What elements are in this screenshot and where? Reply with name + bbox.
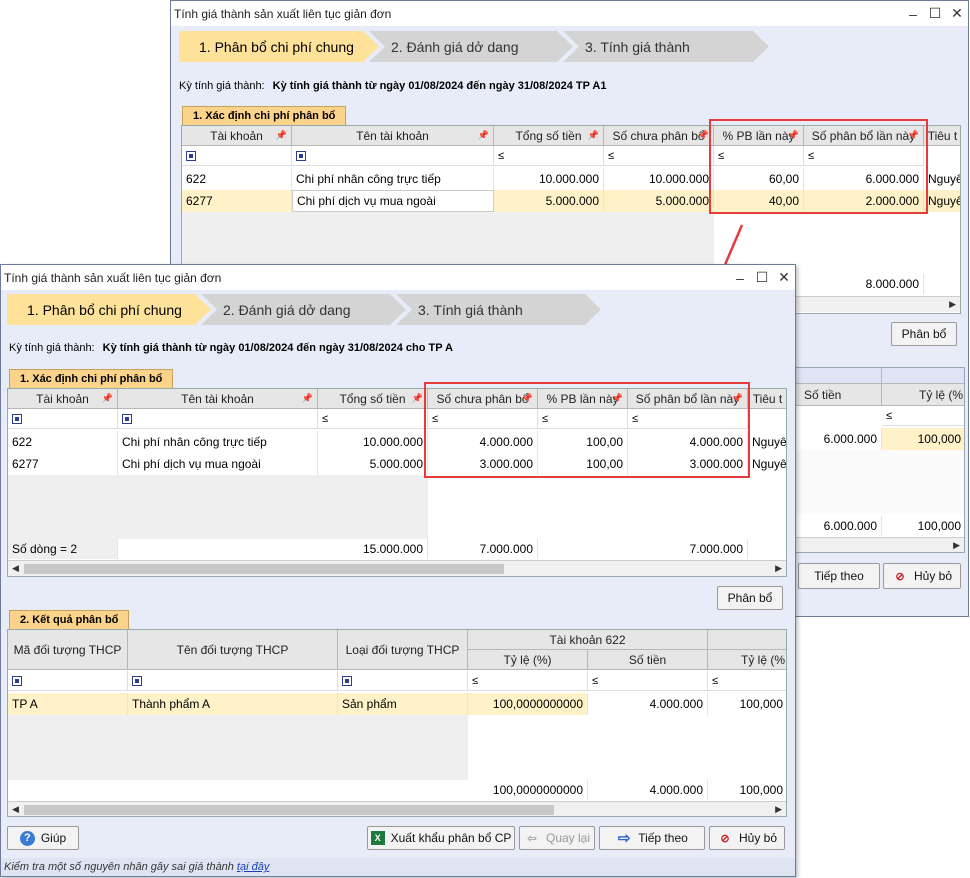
front-steps: 1. Phân bổ chi phí chung 2. Đánh giá dở … bbox=[7, 294, 591, 326]
res-row-sotien[interactable]: 4.000.000 bbox=[588, 693, 708, 715]
front-row2-tieu[interactable]: Nguyê bbox=[748, 453, 786, 475]
front-col-tentk[interactable]: Tên tài khoản 📌 bbox=[118, 389, 318, 409]
res-col-ten[interactable]: Tên đối tượng THCP bbox=[128, 630, 338, 670]
back-button[interactable]: ⇦ Quay lại bbox=[519, 826, 595, 850]
help-button[interactable]: ? Giúp bbox=[7, 826, 79, 850]
scroll-right-icon[interactable]: ▶ bbox=[775, 804, 782, 815]
res-filter-3[interactable] bbox=[338, 671, 468, 691]
res-row-loai[interactable]: Sản phẩm bbox=[338, 693, 468, 715]
front-row2-ten[interactable]: Chi phí dịch vụ mua ngoài bbox=[118, 453, 318, 475]
front-row1-tieu[interactable]: Nguyê bbox=[748, 431, 786, 453]
front-step-1[interactable]: 1. Phân bổ chi phí chung bbox=[7, 294, 211, 325]
front-hscroll[interactable]: ◀ ▶ bbox=[8, 560, 786, 576]
front-result-grid: Mã đối tượng THCP Tên đối tượng THCP Loạ… bbox=[7, 629, 787, 817]
res-row-ma[interactable]: TP A bbox=[8, 693, 128, 715]
front-filter-3[interactable]: ≤ bbox=[318, 409, 428, 429]
front-step-2[interactable]: 2. Đánh giá dở dang bbox=[201, 294, 406, 325]
front-ky-value: Kỳ tính giá thành từ ngày 01/08/2024 đến… bbox=[102, 342, 453, 354]
front-row2-tk[interactable]: 6277 bbox=[8, 453, 118, 475]
res-col-sotien[interactable]: Số tiền bbox=[588, 650, 708, 670]
front-col-taikhoan[interactable]: Tài khoản 📌 bbox=[8, 389, 118, 409]
res-col-tyle2[interactable]: Tỷ lệ (% bbox=[708, 650, 786, 670]
next-button[interactable]: ⇨ Tiếp theo bbox=[599, 826, 705, 850]
front-total-tong: 15.000.000 bbox=[318, 539, 428, 559]
res-empty-area bbox=[8, 715, 468, 780]
front-window: Tính giá thành sản xuất liên tục giản đơ… bbox=[0, 264, 796, 877]
res-col-tyle[interactable]: Tỷ lệ (%) bbox=[468, 650, 588, 670]
res-row-tyle[interactable]: 100,0000000000 bbox=[468, 693, 588, 715]
cancel-button[interactable]: ⊘ Hủy bỏ bbox=[709, 826, 785, 850]
front-empty-area bbox=[8, 475, 428, 539]
res-row-tyle2[interactable]: 100,000 bbox=[708, 693, 786, 715]
res-hscroll-thumb[interactable] bbox=[24, 805, 554, 815]
front-filter-2[interactable] bbox=[118, 409, 318, 429]
res-filter-6[interactable]: ≤ bbox=[708, 671, 786, 691]
front-row-count: Số dòng = 2 bbox=[8, 539, 118, 559]
export-button[interactable]: X Xuất khẩu phân bổ CP bbox=[367, 826, 515, 850]
status-text: Kiểm tra một số nguyên nhân gây sai giá … bbox=[4, 861, 234, 873]
res-total-tyle2: 100,000 bbox=[708, 780, 786, 800]
cancel-icon: ⊘ bbox=[720, 832, 730, 845]
res-hscroll[interactable]: ◀ ▶ bbox=[8, 801, 786, 816]
status-link[interactable]: tại đây bbox=[237, 861, 269, 873]
front-row1-ten[interactable]: Chi phí nhân công trực tiếp bbox=[118, 431, 318, 453]
res-col-ma[interactable]: Mã đối tượng THCP bbox=[8, 630, 128, 670]
front-col-tieu[interactable]: Tiêu t bbox=[748, 389, 786, 409]
res-total-sotien: 4.000.000 bbox=[588, 780, 708, 800]
excel-icon: X bbox=[370, 831, 385, 845]
front-ky-line: Kỳ tính giá thành: Kỳ tính giá thành từ n… bbox=[9, 342, 453, 354]
front-step-3[interactable]: 3. Tính giá thành bbox=[396, 294, 601, 325]
help-icon: ? bbox=[19, 830, 35, 846]
front-ky-label: Kỳ tính giá thành: bbox=[9, 342, 95, 354]
front-filter-1[interactable] bbox=[8, 409, 118, 429]
front-titlebar: Tính giá thành sản xuất liên tục giản đơ… bbox=[1, 265, 795, 290]
arrow-left-icon: ⇦ bbox=[527, 832, 537, 845]
res-total-tyle: 100,0000000000 bbox=[468, 780, 588, 800]
front-window-title: Tính giá thành sản xuất liên tục giản đơ… bbox=[4, 270, 222, 285]
scroll-left-icon[interactable]: ◀ bbox=[12, 563, 19, 574]
res-filter-4[interactable]: ≤ bbox=[468, 671, 588, 691]
res-filter-1[interactable] bbox=[8, 671, 128, 691]
front-hscroll-thumb[interactable] bbox=[24, 564, 504, 574]
maximize-icon[interactable]: ☐ bbox=[751, 267, 773, 289]
res-filter-2[interactable] bbox=[128, 671, 338, 691]
front-total-so: 7.000.000 bbox=[628, 539, 748, 559]
front-col-tong[interactable]: Tổng số tiền 📌 bbox=[318, 389, 428, 409]
front-highlight-box bbox=[424, 382, 750, 478]
res-row-ten[interactable]: Thành phẩm A bbox=[128, 693, 338, 715]
res-col-loai[interactable]: Loại đối tượng THCP bbox=[338, 630, 468, 670]
front-row1-tong[interactable]: 10.000.000 bbox=[318, 431, 428, 453]
status-bar: Kiểm tra một số nguyên nhân gây sai giá … bbox=[1, 858, 795, 876]
minimize-icon[interactable]: – bbox=[729, 267, 751, 289]
close-icon[interactable]: ✕ bbox=[773, 267, 795, 289]
front-row1-tk[interactable]: 622 bbox=[8, 431, 118, 453]
res-col-tk622[interactable]: Tài khoản 622 bbox=[468, 630, 708, 650]
front-phanbo-button[interactable]: Phân bổ bbox=[717, 586, 783, 610]
front-total-chua: 7.000.000 bbox=[428, 539, 538, 559]
res-col-group2 bbox=[708, 630, 786, 650]
scroll-right-icon[interactable]: ▶ bbox=[775, 563, 782, 574]
front-section2-tab[interactable]: 2. Kết quả phân bổ bbox=[9, 610, 130, 630]
arrow-right-icon: ⇨ bbox=[617, 830, 631, 847]
front-section1-tab[interactable]: 1. Xác định chi phí phân bổ bbox=[9, 369, 174, 389]
scroll-left-icon[interactable]: ◀ bbox=[12, 804, 19, 815]
res-filter-5[interactable]: ≤ bbox=[588, 671, 708, 691]
front-row2-tong[interactable]: 5.000.000 bbox=[318, 453, 428, 475]
